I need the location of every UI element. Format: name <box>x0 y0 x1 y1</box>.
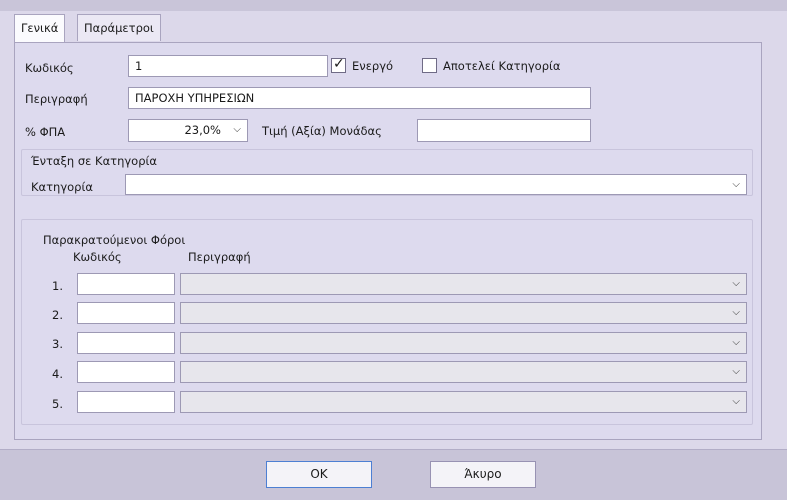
withheld-taxes-title: Παρακρατούμενοι Φόροι <box>43 233 186 247</box>
code-label: Κωδικός <box>25 61 74 75</box>
tax-row-number: 3. <box>52 337 63 351</box>
tax-code-input[interactable] <box>77 332 175 354</box>
unit-price-label: Τιμή (Αξία) Μονάδας <box>262 124 382 138</box>
unit-price-input[interactable] <box>417 119 591 142</box>
tax-description-select[interactable]: ⌵ <box>180 361 747 383</box>
chevron-down-icon: ⌵ <box>732 396 740 407</box>
vat-label: % ΦΠΑ <box>25 125 66 139</box>
description-label: Περιγραφή <box>25 92 88 106</box>
code-input[interactable]: 1 <box>128 55 328 77</box>
col-description-header: Περιγραφή <box>188 250 251 264</box>
tax-row-number: 2. <box>52 308 63 322</box>
active-checkbox[interactable] <box>331 56 346 73</box>
chevron-down-icon: ⌵ <box>732 366 740 377</box>
chevron-down-icon: ⌵ <box>732 337 740 348</box>
is-category-label: Αποτελεί Κατηγορία <box>443 59 561 73</box>
category-select[interactable]: ⌵ <box>125 174 747 195</box>
window-top-strip <box>0 0 787 11</box>
category-group-title: Ένταξη σε Κατηγορία <box>31 154 157 168</box>
chevron-down-icon: ⌵ <box>732 179 740 190</box>
tax-row-number: 5. <box>52 397 63 411</box>
tab-general[interactable]: Γενικά <box>14 14 66 42</box>
tax-description-select[interactable]: ⌵ <box>180 332 747 354</box>
tax-code-input[interactable] <box>77 391 175 413</box>
tax-row-number: 4. <box>52 367 63 381</box>
tax-code-input[interactable] <box>77 273 175 295</box>
is-category-checkbox[interactable] <box>422 58 437 73</box>
active-label: Ενεργό <box>352 59 394 73</box>
chevron-down-icon: ⌵ <box>233 124 241 135</box>
vat-select[interactable]: 23,0% ⌵ <box>128 119 248 142</box>
category-label: Κατηγορία <box>31 180 93 194</box>
dialog-button-bar: OK Άκυρο <box>0 449 787 500</box>
cancel-button[interactable]: Άκυρο <box>430 461 536 488</box>
tax-description-select[interactable]: ⌵ <box>180 273 747 295</box>
tax-row-number: 1. <box>52 279 63 293</box>
ok-button[interactable]: OK <box>266 461 372 488</box>
tab-panel-general: Κωδικός 1 Ενεργό Αποτελεί Κατηγορία Περι… <box>14 42 762 440</box>
chevron-down-icon: ⌵ <box>732 278 740 289</box>
tab-bridge-parameters[interactable]: Παράμετροι Γέφυρας <box>77 14 161 61</box>
col-code-header: Κωδικός <box>73 250 122 264</box>
description-input[interactable]: ΠΑΡΟΧΗ ΥΠΗΡΕΣΙΩΝ <box>128 87 591 109</box>
tax-code-input[interactable] <box>77 361 175 383</box>
tax-description-select[interactable]: ⌵ <box>180 391 747 413</box>
tax-description-select[interactable]: ⌵ <box>180 302 747 324</box>
tax-code-input[interactable] <box>77 302 175 324</box>
vat-value: 23,0% <box>184 123 221 137</box>
chevron-down-icon: ⌵ <box>732 307 740 318</box>
